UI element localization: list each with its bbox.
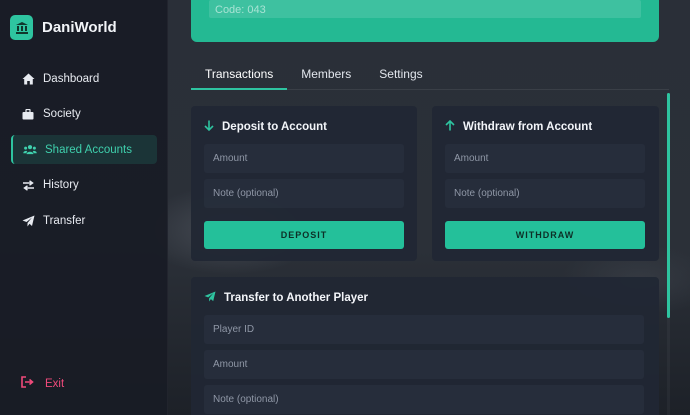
deposit-note-input[interactable]: Note (optional) <box>204 179 404 208</box>
transfer-player-id-input[interactable]: Player ID <box>204 315 644 344</box>
briefcase-icon <box>21 107 35 121</box>
arrow-down-icon <box>204 120 214 134</box>
account-code-box <box>209 0 641 18</box>
sidebar-item-dashboard[interactable]: Dashboard <box>11 64 157 93</box>
withdraw-note-input[interactable]: Note (optional) <box>445 179 645 208</box>
tab-bar: Transactions Members Settings <box>191 61 669 90</box>
deposit-button[interactable]: DEPOSIT <box>204 221 404 249</box>
sidebar-nav: Dashboard Society Shared Accounts Histor… <box>11 64 157 242</box>
sidebar-item-label: Transfer <box>43 214 86 227</box>
exit-button[interactable]: Exit <box>21 376 64 391</box>
send-icon <box>204 291 216 305</box>
sidebar-item-label: Society <box>43 108 81 120</box>
exchange-icon <box>21 178 35 192</box>
withdraw-panel: Withdraw from Account Amount Note (optio… <box>432 106 659 261</box>
main-content: Code: 043 Transactions Members Settings … <box>168 0 690 415</box>
tab-settings[interactable]: Settings <box>365 61 436 90</box>
sidebar-item-label: Dashboard <box>43 72 100 85</box>
withdraw-amount-input[interactable]: Amount <box>445 144 645 173</box>
bank-icon <box>10 15 33 40</box>
transfer-panel: Transfer to Another Player Player ID Amo… <box>191 277 659 415</box>
deposit-panel: Deposit to Account Amount Note (optional… <box>191 106 417 261</box>
sidebar: DaniWorld Dashboard Society Shared Accou… <box>0 0 168 415</box>
sidebar-item-society[interactable]: Society <box>11 100 157 129</box>
exit-label: Exit <box>45 377 65 390</box>
withdraw-title: Withdraw from Account <box>445 119 593 134</box>
tab-members[interactable]: Members <box>287 61 365 90</box>
home-icon <box>21 72 35 86</box>
sidebar-item-transfer[interactable]: Transfer <box>11 206 157 235</box>
send-icon <box>21 214 35 228</box>
withdraw-title-text: Withdraw from Account <box>463 121 593 133</box>
exit-icon <box>21 376 34 391</box>
scrollbar-thumb[interactable] <box>667 93 670 318</box>
transfer-title: Transfer to Another Player <box>204 291 368 305</box>
account-banner: Code: 043 <box>191 0 659 42</box>
app-window: DaniWorld Dashboard Society Shared Accou… <box>0 0 690 415</box>
sidebar-item-history[interactable]: History <box>11 171 157 200</box>
tab-transactions[interactable]: Transactions <box>191 61 288 90</box>
deposit-title: Deposit to Account <box>204 120 327 134</box>
transfer-amount-input[interactable]: Amount <box>204 350 644 379</box>
arrow-up-icon <box>445 119 455 134</box>
users-icon <box>23 143 37 157</box>
brand: DaniWorld <box>10 15 117 40</box>
deposit-title-text: Deposit to Account <box>222 121 327 133</box>
transfer-note-input[interactable]: Note (optional) <box>204 385 644 414</box>
sidebar-item-label: History <box>43 179 79 191</box>
deposit-amount-input[interactable]: Amount <box>204 144 404 173</box>
sidebar-item-shared-accounts[interactable]: Shared Accounts <box>11 135 157 164</box>
withdraw-button[interactable]: WITHDRAW <box>445 221 645 249</box>
sidebar-item-label: Shared Accounts <box>45 143 132 156</box>
account-code: Code: 043 <box>215 4 266 16</box>
transfer-title-text: Transfer to Another Player <box>224 292 369 304</box>
app-title: DaniWorld <box>42 19 117 36</box>
